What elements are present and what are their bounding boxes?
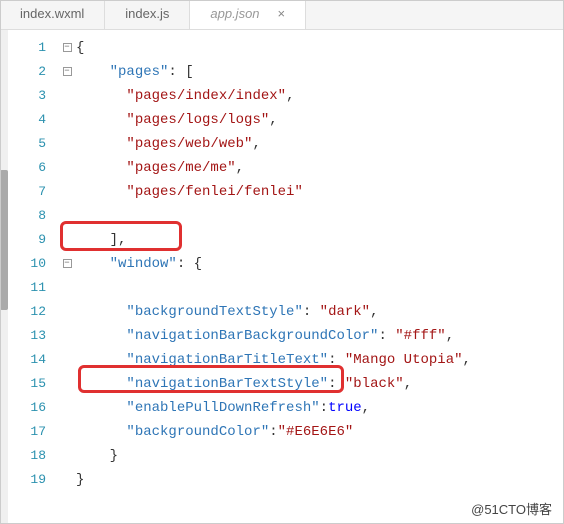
scrollbar-track[interactable] <box>0 30 8 524</box>
watermark: @51CTO博客 <box>471 499 552 518</box>
tab-app-json[interactable]: app.json× <box>190 0 306 29</box>
scrollbar-thumb[interactable] <box>0 170 8 310</box>
fold-icon[interactable]: − <box>63 259 72 268</box>
fold-gutter: − − − <box>58 30 76 524</box>
fold-icon[interactable]: − <box>63 43 72 52</box>
line-number-gutter: 12345678910111213141516171819 <box>8 30 58 524</box>
fold-icon[interactable]: − <box>63 67 72 76</box>
close-icon[interactable]: × <box>278 6 286 21</box>
tab-index-wxml[interactable]: index.wxml <box>0 0 105 29</box>
code-editor[interactable]: 12345678910111213141516171819 − − − { "p… <box>0 30 564 524</box>
tab-index-js[interactable]: index.js <box>105 0 190 29</box>
tab-bar: index.wxml index.js app.json× <box>0 0 564 30</box>
code-content[interactable]: { "pages": [ "pages/index/index", "pages… <box>76 30 564 524</box>
